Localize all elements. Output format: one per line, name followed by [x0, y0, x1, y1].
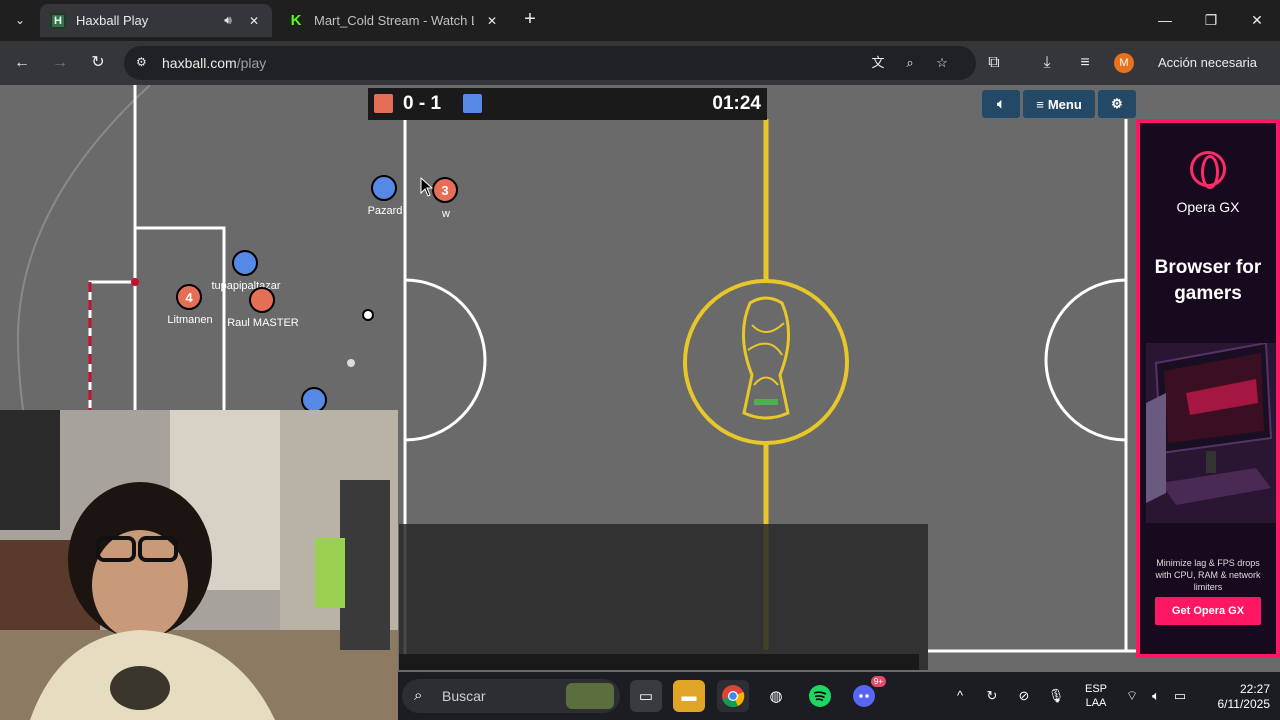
player-name: w — [442, 208, 450, 220]
system-clock[interactable]: 22:27 6/11/2025 — [1198, 682, 1271, 712]
translate-icon[interactable]: 文 — [866, 51, 890, 75]
player-disc — [371, 175, 397, 201]
reload-icon[interactable]: ↻ — [84, 49, 112, 77]
close-tab-icon[interactable]: ✕ — [246, 14, 262, 28]
menu-button[interactable]: ≡ Menu — [1023, 90, 1095, 118]
player-disc — [249, 287, 275, 313]
chevron-down-icon: ⌄ — [14, 13, 26, 27]
haxball-favicon: H — [50, 12, 66, 29]
battery-icon[interactable]: ▭ — [1170, 686, 1190, 706]
tab-title: Haxball Play — [76, 13, 149, 28]
red-team-indicator — [374, 94, 393, 113]
action-required-button[interactable]: Acción necesaria — [1148, 47, 1267, 79]
scoreboard: 0 - 1 01:24 — [368, 88, 767, 120]
download-icon[interactable]: ⤓ — [1033, 49, 1061, 77]
score: 0 - 1 — [403, 93, 442, 114]
close-tab-icon[interactable]: ✕ — [484, 14, 500, 28]
microphone-icon[interactable]: 🎙︎ — [1046, 686, 1066, 706]
ball — [362, 309, 374, 321]
tab-search-button[interactable]: ⌄ — [8, 8, 32, 32]
profile-avatar[interactable]: M — [1114, 53, 1134, 73]
blue-team-indicator — [463, 94, 482, 113]
kick-favicon: K — [288, 12, 304, 29]
mouse-cursor-icon — [420, 177, 434, 197]
wifi-icon[interactable]: ⌔ — [1122, 686, 1142, 706]
task-view-icon[interactable]: ▭ — [630, 680, 662, 712]
forward-icon[interactable]: → — [46, 49, 74, 77]
ball-marker — [347, 359, 355, 367]
network-off-icon[interactable]: ⊘ — [1014, 686, 1034, 706]
obs-icon[interactable]: ◍ — [760, 680, 792, 712]
webcam-feed-image — [0, 410, 398, 720]
volume-icon[interactable]: 🔈︎ — [1146, 686, 1166, 706]
browser-toolbar: ← → ↻ ⚙ haxball.com/play 文 ⌕ ☆ ⧉ ⤓ ≡ M A… — [0, 41, 1280, 85]
search-placeholder: Buscar — [442, 688, 486, 704]
get-opera-gx-button[interactable]: Get Opera GX — [1155, 597, 1261, 625]
chat-panel[interactable] — [399, 524, 928, 670]
tab-title: Mart_Cold Stream - Watch Live — [314, 13, 474, 28]
discord-icon[interactable]: 9+ — [848, 676, 886, 712]
minimize-icon[interactable]: — — [1142, 0, 1188, 40]
ad-subtext: Minimize lag & FPS drops with CPU, RAM &… — [1155, 558, 1261, 592]
opera-gx-ad[interactable]: Opera GX Browser for gamers Minimize lag… — [1136, 119, 1280, 658]
search-highlight-image — [566, 683, 614, 709]
chrome-icon[interactable] — [717, 680, 749, 712]
windows-taskbar: ⌕ Buscar ▭ ▬ ◍ 9+ ^ ↻ ⊘ 🎙︎ ESP LAA ⌔ 🔈︎ … — [398, 672, 1280, 720]
gear-icon: ⚙ — [1111, 96, 1123, 111]
match-timer: 01:24 — [712, 93, 761, 114]
player-disc: 3 — [432, 177, 458, 203]
language-indicator[interactable]: ESP LAA — [1082, 682, 1110, 710]
game-controls: 🔈︎ ≡ Menu ⚙ — [982, 90, 1136, 118]
chat-input[interactable] — [399, 654, 919, 670]
player-name: Pazard — [367, 205, 403, 217]
new-tab-button[interactable]: + — [518, 8, 542, 32]
bookmark-star-icon[interactable]: ☆ — [930, 51, 954, 75]
spotify-icon[interactable] — [804, 680, 836, 712]
player-name: Raul MASTER — [227, 317, 299, 329]
tab-kick-stream[interactable]: K Mart_Cold Stream - Watch Live ✕ — [278, 4, 510, 37]
file-explorer-icon[interactable]: ▬ — [673, 680, 705, 712]
player-name: Litmanen — [167, 314, 213, 326]
gaming-setup-image — [1146, 343, 1276, 523]
ad-brand: Opera GX — [1176, 199, 1240, 215]
search-icon: ⌕ — [414, 687, 423, 704]
site-info-icon[interactable]: ⚙ — [136, 55, 150, 69]
opera-gx-logo-icon — [1190, 151, 1226, 189]
player-disc: 4 — [176, 284, 202, 310]
extensions-icon[interactable]: ⧉ — [980, 49, 1008, 77]
settings-button[interactable]: ⚙ — [1098, 90, 1136, 118]
hamburger-icon: ≡ — [1036, 96, 1044, 112]
chevron-up-icon[interactable]: ^ — [950, 686, 970, 706]
media-controls-icon[interactable]: ≡ — [1071, 49, 1099, 77]
restore-icon[interactable]: ❐ — [1188, 0, 1234, 40]
close-window-icon[interactable]: ✕ — [1234, 0, 1280, 40]
speaker-icon: 🔈︎ — [997, 96, 1005, 111]
back-icon[interactable]: ← — [8, 49, 36, 77]
sync-icon[interactable]: ↻ — [982, 686, 1002, 706]
sound-button[interactable]: 🔈︎ — [982, 90, 1020, 118]
notification-badge: 9+ — [870, 676, 886, 687]
player-disc — [232, 250, 258, 276]
url-text[interactable]: haxball.com/play — [162, 55, 266, 71]
speaker-icon[interactable]: 🔊︎ — [220, 13, 236, 28]
address-bar[interactable]: ⚙ haxball.com/play 文 ⌕ ☆ — [124, 46, 976, 80]
tab-strip: ⌄ H Haxball Play 🔊︎ ✕ K Mart_Cold Stream… — [0, 0, 1280, 41]
tab-haxball[interactable]: H Haxball Play 🔊︎ ✕ — [40, 4, 272, 37]
ad-headline: Browser for gamers — [1154, 257, 1262, 304]
taskbar-search[interactable]: ⌕ Buscar — [402, 679, 620, 713]
webcam-overlay — [0, 410, 398, 720]
zoom-icon[interactable]: ⌕ — [898, 51, 922, 75]
